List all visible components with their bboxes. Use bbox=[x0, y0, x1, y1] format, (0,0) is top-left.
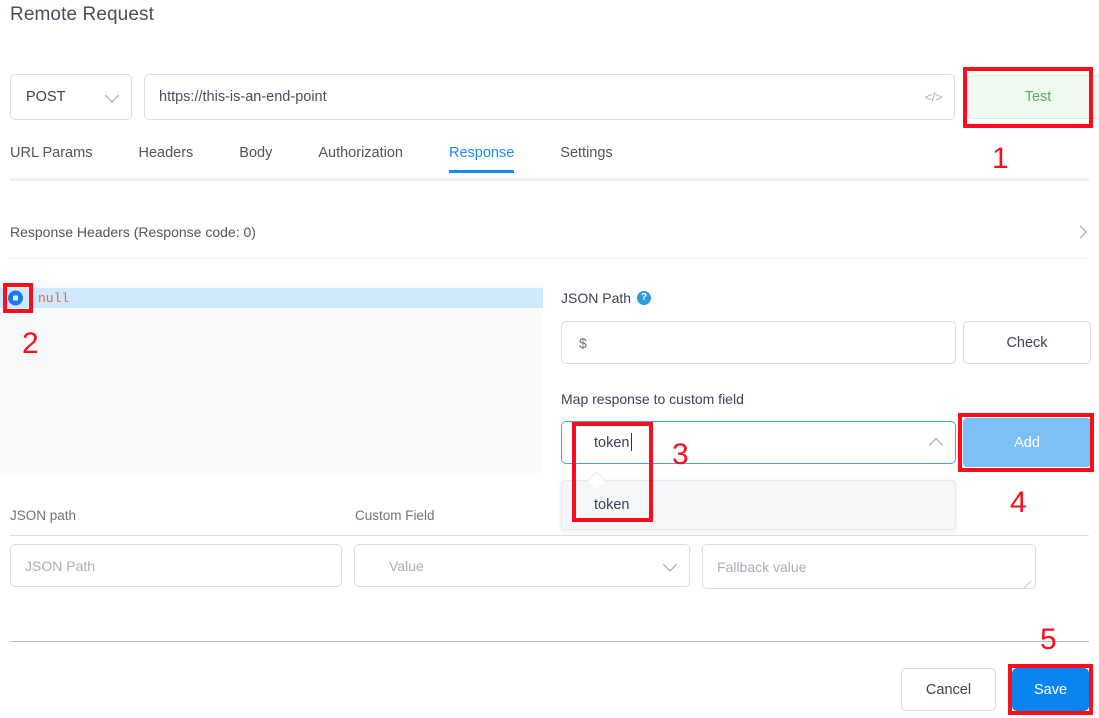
custom-field-value: token bbox=[594, 432, 633, 451]
tab-headers[interactable]: Headers bbox=[138, 145, 193, 173]
tab-authorization[interactable]: Authorization bbox=[318, 145, 403, 173]
mapping-table-divider bbox=[10, 535, 1089, 536]
chevron-down-icon bbox=[662, 556, 678, 572]
chevron-up-icon[interactable] bbox=[928, 437, 944, 452]
annotation-number-5: 5 bbox=[1040, 623, 1057, 656]
text-caret bbox=[631, 432, 633, 451]
tab-url-params[interactable]: URL Params bbox=[10, 145, 92, 173]
row-json-path-input[interactable]: JSON Path bbox=[10, 544, 342, 587]
footer-divider bbox=[10, 641, 1089, 642]
json-path-value: $ bbox=[579, 334, 587, 351]
json-viewer-row[interactable]: null bbox=[0, 288, 543, 308]
json-path-input[interactable]: $ bbox=[561, 321, 956, 364]
code-icon[interactable]: </> bbox=[925, 90, 943, 105]
check-button[interactable]: Check bbox=[963, 321, 1091, 364]
tab-body[interactable]: Body bbox=[239, 145, 272, 173]
remote-request-dialog: Remote Request POST https://this-is-an-e… bbox=[0, 0, 1099, 718]
tab-response[interactable]: Response bbox=[448, 145, 515, 173]
resize-handle-icon[interactable] bbox=[1023, 577, 1032, 586]
http-method-select[interactable]: POST bbox=[10, 74, 132, 120]
row-value-placeholder: Value bbox=[389, 557, 424, 574]
map-response-label: Map response to custom field bbox=[561, 391, 744, 407]
response-headers-row[interactable]: Response Headers (Response code: 0) bbox=[10, 205, 1089, 259]
json-path-label: JSON Path ? bbox=[561, 290, 652, 306]
custom-field-dropdown: token bbox=[561, 480, 956, 530]
json-response-viewer: null bbox=[0, 283, 543, 473]
json-path-label-text: JSON Path bbox=[561, 290, 632, 306]
column-header-custom-field: Custom Field bbox=[355, 508, 435, 523]
url-input[interactable]: https://this-is-an-end-point </> bbox=[144, 74, 955, 120]
row-fallback-placeholder: Fallback value bbox=[717, 558, 807, 575]
chevron-down-icon bbox=[104, 88, 120, 103]
tab-bar-underline bbox=[10, 178, 1089, 181]
save-button[interactable]: Save bbox=[1012, 668, 1089, 711]
help-circle-icon[interactable]: ? bbox=[637, 291, 652, 305]
url-value: https://this-is-an-end-point bbox=[159, 89, 327, 105]
add-button[interactable]: Add bbox=[963, 418, 1091, 467]
cancel-button[interactable]: Cancel bbox=[901, 668, 996, 711]
tab-bar: URL Params Headers Body Authorization Re… bbox=[0, 145, 1099, 181]
request-bar: POST https://this-is-an-end-point </> Te… bbox=[10, 74, 1099, 120]
response-headers-label: Response Headers (Response code: 0) bbox=[10, 223, 256, 240]
column-header-json-path: JSON path bbox=[10, 508, 77, 523]
page-title: Remote Request bbox=[10, 4, 154, 25]
dropdown-option-token[interactable]: token bbox=[562, 481, 955, 529]
http-method-value: POST bbox=[26, 89, 66, 105]
row-value-select[interactable]: Value bbox=[354, 544, 690, 587]
row-fallback-textarea[interactable]: Fallback value bbox=[702, 544, 1036, 589]
row-json-path-placeholder: JSON Path bbox=[25, 557, 96, 574]
custom-field-combobox[interactable]: token bbox=[561, 421, 956, 464]
chevron-right-icon[interactable] bbox=[1074, 225, 1087, 238]
test-button[interactable]: Test bbox=[967, 75, 1099, 119]
json-null-value: null bbox=[38, 290, 70, 306]
tab-settings[interactable]: Settings bbox=[560, 145, 612, 173]
json-node-dot-icon[interactable] bbox=[8, 290, 23, 306]
